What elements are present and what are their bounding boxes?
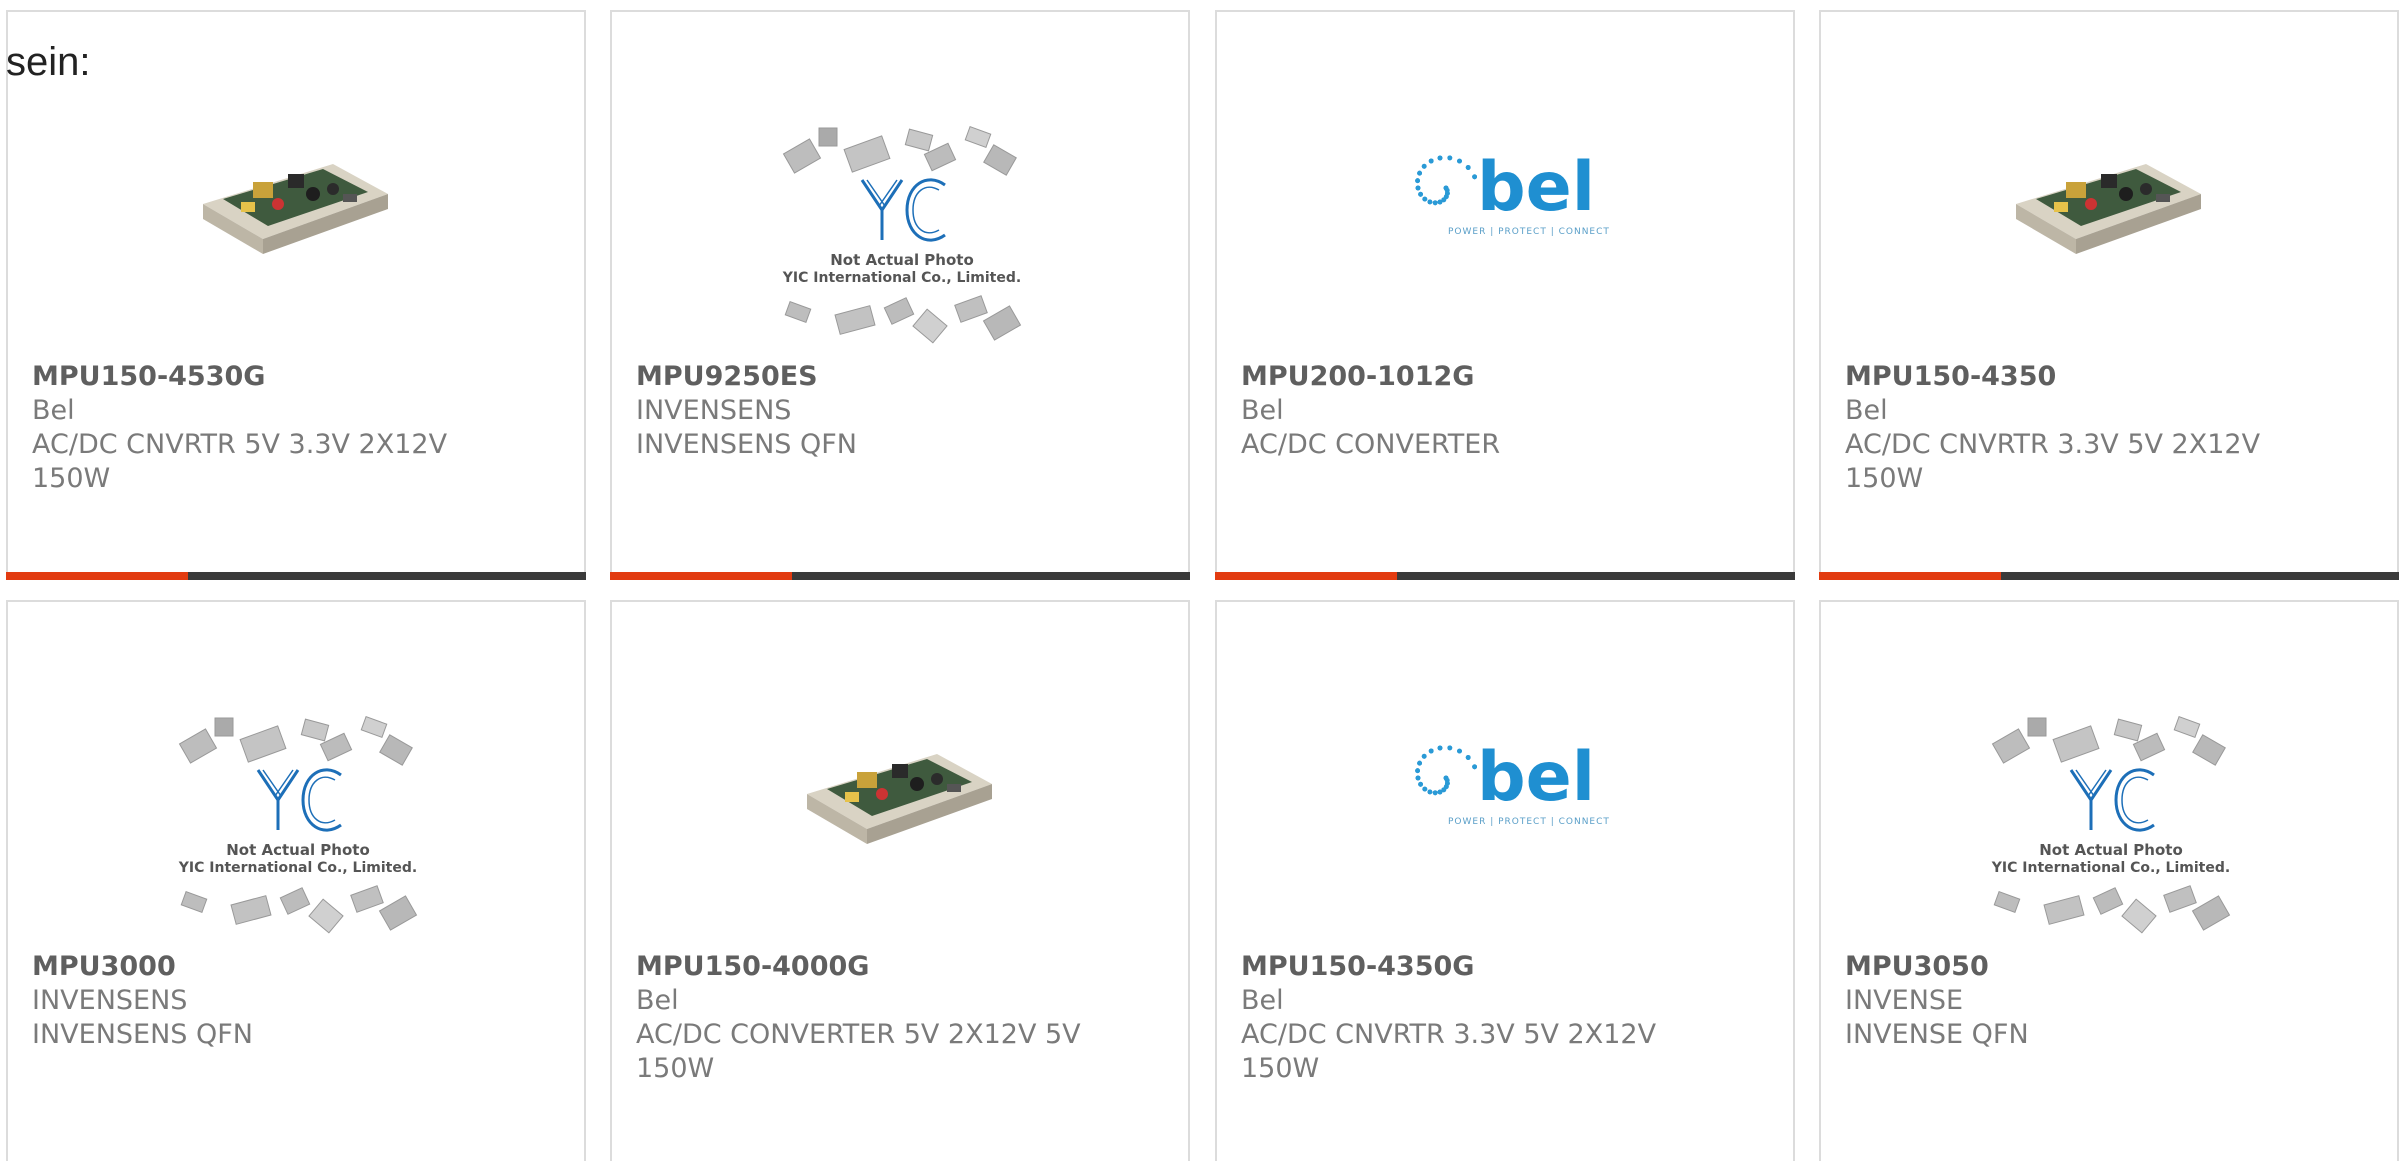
product-image[interactable]: Not Actual Photo YIC International Co., … <box>8 662 584 942</box>
card-accent <box>1215 572 1397 580</box>
description: INVENSE QFN <box>1845 1019 2029 1050</box>
product-image[interactable]: Not Actual Photo YIC International Co., … <box>1821 662 2397 942</box>
yic-logo <box>2069 768 2155 832</box>
product-image[interactable]: bel POWER | PROTECT | CONNECT <box>1217 662 1793 942</box>
svg-text:POWER | PROTECT | CONNECT: POWER | PROTECT | CONNECT <box>1448 817 1610 827</box>
svg-text:POWER | PROTECT | CONNECT: POWER | PROTECT | CONNECT <box>1448 227 1610 237</box>
svg-text:Not Actual Photo: Not Actual Photo <box>226 841 370 859</box>
power-supply-photo <box>203 164 388 254</box>
card-accent <box>1819 572 2001 580</box>
part-number[interactable]: MPU9250ES <box>636 360 1164 394</box>
yic-logo <box>256 768 342 832</box>
svg-text:Not Actual Photo: Not Actual Photo <box>2039 841 2183 859</box>
product-image[interactable]: Not Actual Photo YIC International Co., … <box>612 72 1188 352</box>
description: AC/DC CONVERTER 5V 2X12V 5V <box>636 1019 1081 1050</box>
card-accent <box>610 572 792 580</box>
product-card[interactable]: Not Actual Photo YIC International Co., … <box>6 600 586 1161</box>
product-card[interactable]: bel POWER | PROTECT | CONNECT MPU150-435… <box>1215 600 1795 1161</box>
svg-text:YIC International Co., Limited: YIC International Co., Limited. <box>782 270 1021 286</box>
manufacturer: INVENSENS <box>636 395 792 426</box>
description-line-2: 150W <box>1241 1053 1320 1084</box>
manufacturer: Bel <box>636 985 679 1016</box>
product-info: MPU150-4350G Bel AC/DC CNVRTR 3.3V 5V 2X… <box>1241 950 1769 1086</box>
description: AC/DC CNVRTR 3.3V 5V 2X12V <box>1845 429 2261 460</box>
product-info: MPU150-4530G Bel AC/DC CNVRTR 5V 3.3V 2X… <box>32 360 560 496</box>
description: AC/DC CONVERTER <box>1241 429 1501 460</box>
description: AC/DC CNVRTR 3.3V 5V 2X12V <box>1241 1019 1657 1050</box>
product-info: MPU200-1012G Bel AC/DC CONVERTER <box>1241 360 1769 462</box>
part-number[interactable]: MPU3050 <box>1845 950 2373 984</box>
svg-text:YIC International Co., Limited: YIC International Co., Limited. <box>1991 860 2230 876</box>
description: INVENSENS QFN <box>32 1019 253 1050</box>
description-line-2: 150W <box>636 1053 715 1084</box>
part-number[interactable]: MPU150-4000G <box>636 950 1164 984</box>
product-card[interactable]: MPU150-4350 Bel AC/DC CNVRTR 3.3V 5V 2X1… <box>1819 10 2399 580</box>
yic-placeholder-image: Not Actual Photo YIC International Co., … <box>1991 716 2230 934</box>
bel-logo: bel POWER | PROTECT | CONNECT <box>1415 738 1610 827</box>
part-number[interactable]: MPU200-1012G <box>1241 360 1769 394</box>
card-accent <box>6 572 188 580</box>
product-card[interactable]: bel POWER | PROTECT | CONNECT MPU200-101… <box>1215 10 1795 580</box>
manufacturer: INVENSENS <box>32 985 188 1016</box>
product-grid-page: sein: MPU150-4530G Bel AC/DC CNVRTR 5V 3… <box>0 0 2400 1161</box>
svg-text:bel: bel <box>1477 148 1595 227</box>
part-number[interactable]: MPU150-4530G <box>32 360 560 394</box>
svg-text:bel: bel <box>1477 738 1595 817</box>
manufacturer: INVENSE <box>1845 985 1964 1016</box>
description: AC/DC CNVRTR 5V 3.3V 2X12V <box>32 429 448 460</box>
power-supply-photo <box>807 754 992 844</box>
manufacturer: Bel <box>32 395 75 426</box>
product-info: MPU150-4000G Bel AC/DC CONVERTER 5V 2X12… <box>636 950 1164 1086</box>
product-info: MPU150-4350 Bel AC/DC CNVRTR 3.3V 5V 2X1… <box>1845 360 2373 496</box>
product-card[interactable]: Not Actual Photo YIC International Co., … <box>1819 600 2399 1161</box>
yic-logo <box>860 178 946 242</box>
intro-text: sein: <box>6 40 91 84</box>
svg-text:Not Actual Photo: Not Actual Photo <box>830 251 974 269</box>
description-line-2: 150W <box>32 463 111 494</box>
manufacturer: Bel <box>1241 395 1284 426</box>
product-info: MPU9250ES INVENSENS INVENSENS QFN <box>636 360 1164 462</box>
card-bottom-bar <box>1215 572 1795 580</box>
manufacturer: Bel <box>1241 985 1284 1016</box>
yic-placeholder-image: Not Actual Photo YIC International Co., … <box>782 126 1021 344</box>
part-number[interactable]: MPU3000 <box>32 950 560 984</box>
power-supply-photo <box>2016 164 2201 254</box>
description-line-2: 150W <box>1845 463 1924 494</box>
card-bottom-bar <box>610 572 1190 580</box>
product-info: MPU3050 INVENSE INVENSE QFN <box>1845 950 2373 1052</box>
product-image[interactable] <box>8 72 584 352</box>
product-image[interactable] <box>1821 72 2397 352</box>
product-card[interactable]: MPU150-4000G Bel AC/DC CONVERTER 5V 2X12… <box>610 600 1190 1161</box>
part-number[interactable]: MPU150-4350 <box>1845 360 2373 394</box>
product-grid: MPU150-4530G Bel AC/DC CNVRTR 5V 3.3V 2X… <box>0 0 2400 1161</box>
product-card[interactable]: Not Actual Photo YIC International Co., … <box>610 10 1190 580</box>
card-bottom-bar <box>6 572 586 580</box>
product-image[interactable] <box>612 662 1188 942</box>
card-bottom-bar <box>1819 572 2399 580</box>
product-info: MPU3000 INVENSENS INVENSENS QFN <box>32 950 560 1052</box>
product-image[interactable]: bel POWER | PROTECT | CONNECT <box>1217 72 1793 352</box>
svg-text:YIC International Co., Limited: YIC International Co., Limited. <box>178 860 417 876</box>
bel-logo: bel POWER | PROTECT | CONNECT <box>1415 148 1610 237</box>
yic-placeholder-image: Not Actual Photo YIC International Co., … <box>178 716 417 934</box>
part-number[interactable]: MPU150-4350G <box>1241 950 1769 984</box>
product-card[interactable]: MPU150-4530G Bel AC/DC CNVRTR 5V 3.3V 2X… <box>6 10 586 580</box>
description: INVENSENS QFN <box>636 429 857 460</box>
manufacturer: Bel <box>1845 395 1888 426</box>
